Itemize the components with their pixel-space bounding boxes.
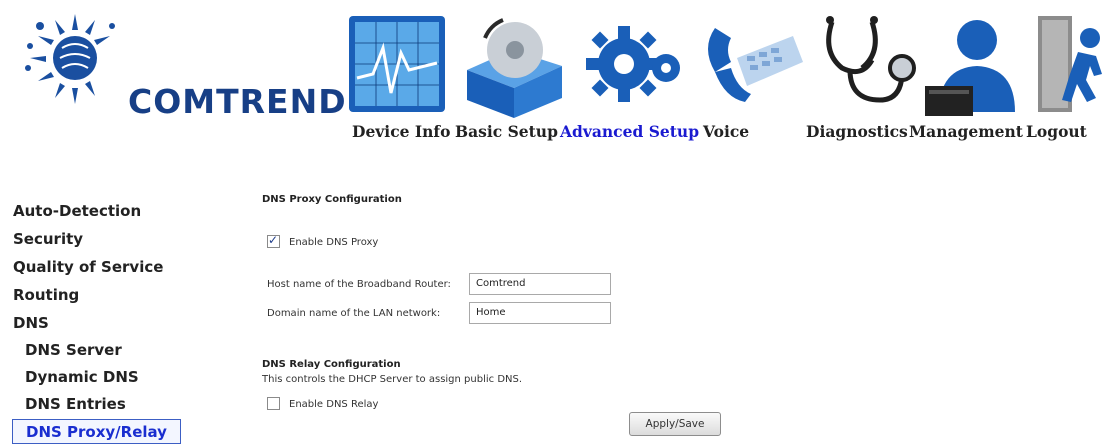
sidebar-item-security[interactable]: Security (13, 230, 83, 248)
nav-logout[interactable]: Logout (1026, 122, 1087, 141)
management-icon[interactable] (925, 8, 1033, 120)
logout-icon[interactable] (1032, 8, 1112, 120)
nav-advanced-setup[interactable]: Advanced Setup (560, 122, 699, 141)
enable-dns-relay-checkbox[interactable] (267, 397, 280, 410)
enable-dns-proxy-label: Enable DNS Proxy (289, 237, 379, 248)
sidebar-item-dns-server[interactable]: DNS Server (25, 341, 122, 359)
diagnostics-icon[interactable] (810, 8, 918, 120)
nav-voice[interactable]: Voice (703, 122, 749, 141)
sidebar: Auto-Detection Security Quality of Servi… (0, 178, 205, 444)
enable-dns-proxy-checkbox[interactable] (267, 233, 280, 248)
sidebar-item-dns-proxy-relay[interactable]: DNS Proxy/Relay (12, 419, 181, 444)
sidebar-item-routing[interactable]: Routing (13, 286, 79, 304)
device-info-icon[interactable] (343, 8, 451, 120)
dns-relay-title: DNS Relay Configuration (262, 359, 401, 370)
sidebar-item-dns-entries[interactable]: DNS Entries (25, 395, 126, 413)
dns-relay-description: This controls the DHCP Server to assign … (262, 374, 523, 385)
header: COMTREND Device Info Basic Setup Advance… (0, 0, 1115, 178)
basic-setup-icon[interactable] (455, 8, 573, 120)
sidebar-item-dynamic-dns[interactable]: Dynamic DNS (25, 368, 139, 386)
advanced-setup-icon[interactable] (580, 8, 688, 120)
apply-save-button[interactable]: Apply/Save (629, 412, 721, 436)
nav-management[interactable]: Management (909, 122, 1023, 141)
enable-dns-relay-label: Enable DNS Relay (289, 399, 379, 410)
domain-name-input[interactable]: Home (469, 302, 611, 324)
logo-mark-icon (25, 14, 115, 104)
comtrend-logo: COMTREND (20, 6, 346, 121)
brand-name: COMTREND (128, 82, 347, 121)
sidebar-item-quality-of-service[interactable]: Quality of Service (13, 258, 163, 276)
nav-device-info[interactable]: Device Info (352, 122, 450, 141)
sidebar-item-dns[interactable]: DNS (13, 314, 49, 332)
nav-basic-setup[interactable]: Basic Setup (455, 122, 558, 141)
sidebar-item-auto-detection[interactable]: Auto-Detection (13, 202, 141, 220)
host-name-label: Host name of the Broadband Router: (267, 279, 451, 290)
dns-proxy-title: DNS Proxy Configuration (262, 194, 402, 205)
voice-icon[interactable] (697, 8, 805, 120)
main-content: DNS Proxy Configuration Enable DNS Proxy… (205, 178, 1115, 441)
nav-diagnostics[interactable]: Diagnostics (806, 122, 908, 141)
domain-name-label: Domain name of the LAN network: (267, 308, 441, 319)
host-name-input[interactable]: Comtrend (469, 273, 611, 295)
